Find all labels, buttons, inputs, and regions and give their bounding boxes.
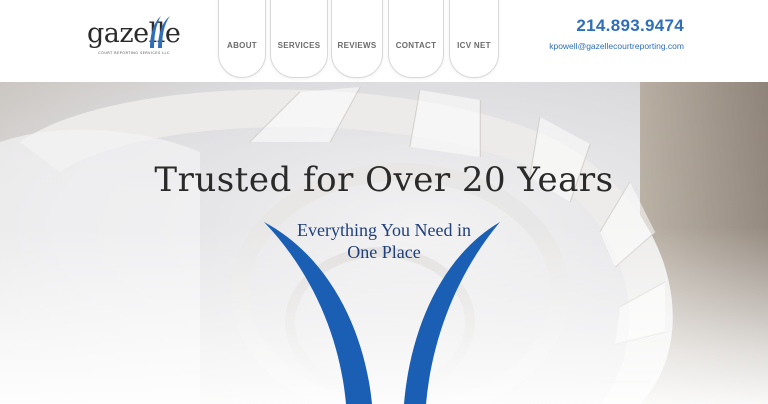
nav-item-label: CONTACT bbox=[395, 41, 437, 50]
hero-subtitle-line1: Everything You Need in bbox=[297, 220, 471, 240]
gazelle-horns-icon bbox=[150, 16, 170, 48]
logo-tagline: COURT REPORTING SERVICES LLC bbox=[98, 51, 170, 55]
logo[interactable]: gazelle COURT REPORTING SERVICES LLC bbox=[84, 10, 184, 62]
nav-item-label: SERVICES bbox=[277, 41, 321, 50]
hero-subtitle-line2: One Place bbox=[347, 242, 421, 262]
header-contact: 214.893.9474 kpowell@gazellecourtreporti… bbox=[549, 16, 684, 51]
hero-section: Trusted for Over 20 Years Everything You… bbox=[0, 82, 768, 404]
hero-title: Trusted for Over 20 Years bbox=[154, 160, 614, 200]
nav-item-contact[interactable]: CONTACT bbox=[388, 0, 444, 78]
nav-item-label: ABOUT bbox=[227, 41, 257, 50]
nav-item-icv-net[interactable]: ICV NET bbox=[449, 0, 499, 78]
email-link[interactable]: kpowell@gazellecourtreporting.com bbox=[549, 41, 684, 51]
nav-item-about[interactable]: ABOUT bbox=[218, 0, 266, 78]
nav-item-label: REVIEWS bbox=[337, 41, 377, 50]
phone-link[interactable]: 214.893.9474 bbox=[549, 16, 684, 36]
page: gazelle COURT REPORTING SERVICES LLC ABO… bbox=[0, 0, 768, 404]
nav-item-label: ICV NET bbox=[457, 41, 491, 50]
nav-item-services[interactable]: SERVICES bbox=[270, 0, 328, 78]
nav-item-reviews[interactable]: REVIEWS bbox=[331, 0, 383, 78]
site-header: gazelle COURT REPORTING SERVICES LLC ABO… bbox=[0, 0, 768, 82]
hero-subtitle: Everything You Need in One Place bbox=[0, 219, 768, 263]
